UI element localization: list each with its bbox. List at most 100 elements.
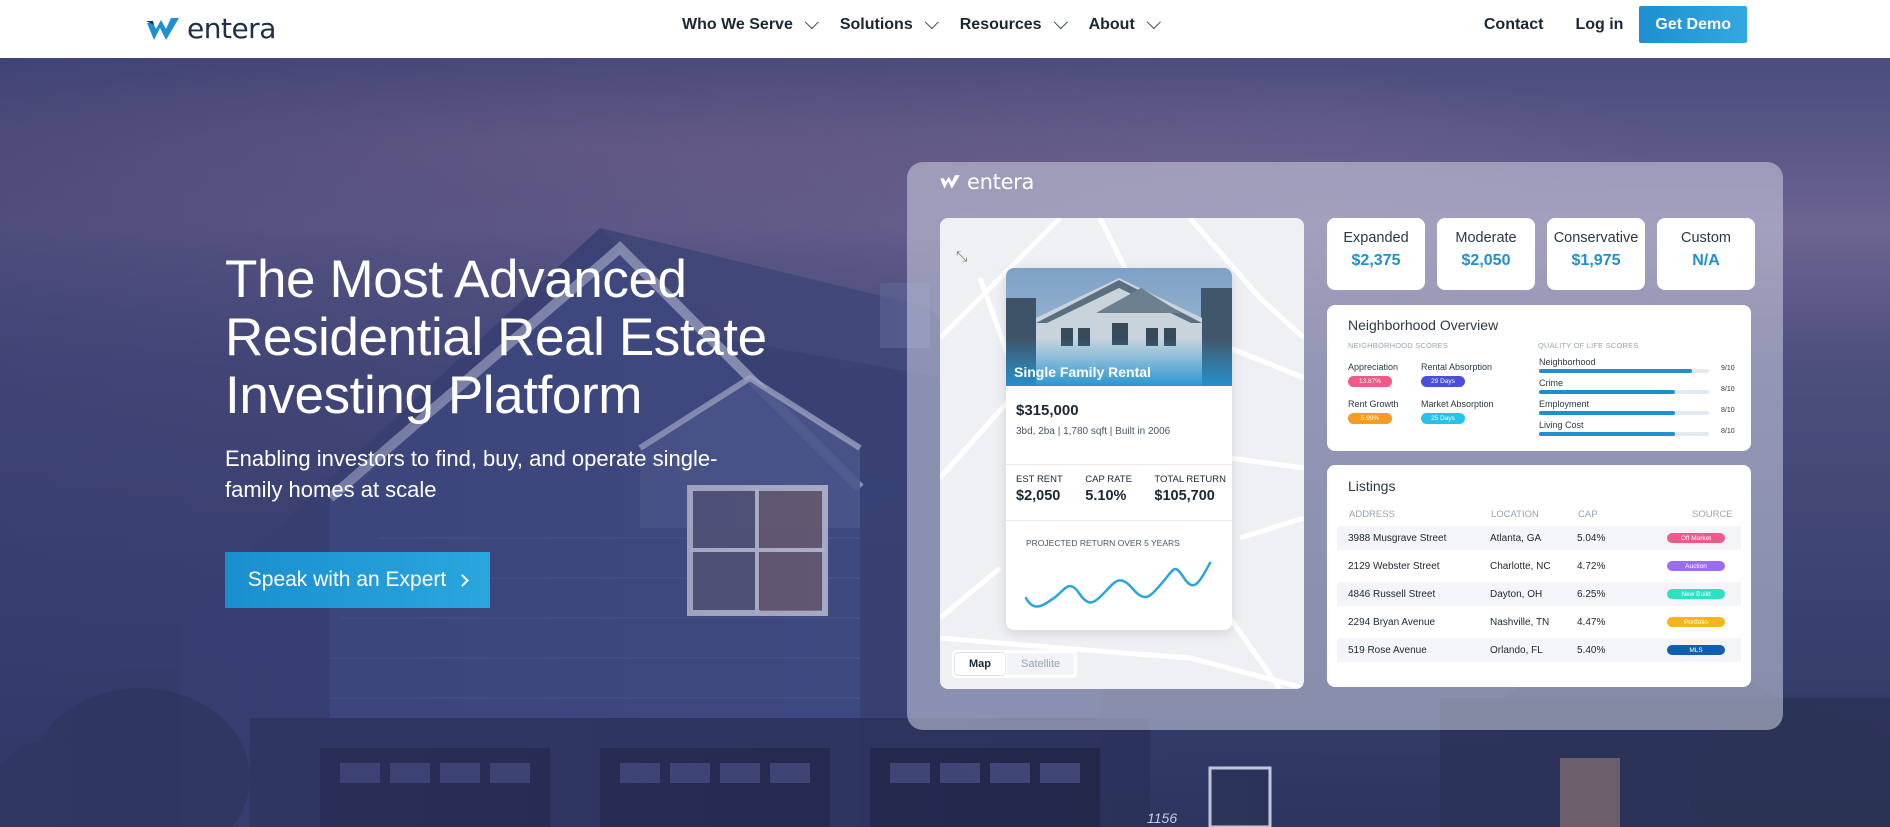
collapse-icon[interactable]: ⤡	[956, 248, 972, 264]
quality-bar-fill	[1539, 390, 1675, 394]
card-divider	[1006, 464, 1232, 465]
metric-label: EST RENT	[1016, 474, 1063, 485]
cta-label: Speak with an Expert	[247, 568, 447, 591]
dashboard-logo: entera	[939, 170, 1034, 194]
listing-address: 519 Rose Avenue	[1348, 645, 1427, 656]
quality-value: 8/10	[1721, 428, 1735, 435]
tier-value: N/A	[1692, 252, 1720, 269]
quality-bar-fill	[1539, 411, 1675, 415]
menu-resources[interactable]: Resources	[959, 14, 1068, 36]
metric-value: 5.10%	[1085, 488, 1127, 504]
quality-bar	[1539, 369, 1709, 373]
quality-row-neighborhood: Neighborhood 9/10	[1539, 357, 1739, 373]
tier-custom[interactable]: Custom N/A	[1657, 218, 1755, 290]
chevron-down-icon	[1146, 15, 1161, 30]
tier-expanded[interactable]: Expanded $2,375	[1327, 218, 1425, 290]
hero-section: The Most Advanced Residential Real Estat…	[0, 58, 1890, 827]
satellite-view-button[interactable]: Satellite	[1007, 653, 1075, 675]
listing-address: 3988 Musgrave Street	[1348, 533, 1447, 544]
map-panel[interactable]: ⤡ Single Family Rental $315,000 3bd, 2ba…	[940, 218, 1304, 689]
contact-link[interactable]: Contact	[1484, 16, 1544, 34]
metric-value: $105,700	[1154, 488, 1215, 504]
nav-actions: Contact Log in Get Demo	[1484, 6, 1747, 43]
listing-address: 4846 Russell Street	[1348, 589, 1436, 600]
rent-estimate-tiers: Expanded $2,375 Moderate $2,050 Conserva…	[1327, 218, 1755, 290]
column-header: ADDRESS	[1349, 509, 1395, 520]
listing-row[interactable]: 2294 Bryan Avenue Nashville, TN 4.47% Po…	[1337, 610, 1741, 634]
listing-row[interactable]: 3988 Musgrave Street Atlanta, GA 5.04% O…	[1337, 526, 1741, 550]
speak-with-expert-button[interactable]: Speak with an Expert	[225, 552, 490, 608]
listings-panel: Listings ADDRESS LOCATION CAP SOURCE 398…	[1327, 465, 1751, 687]
menu-label: Solutions	[839, 16, 913, 33]
panel-title: Neighborhood Overview	[1348, 317, 1499, 333]
listing-cap: 5.40%	[1577, 645, 1606, 656]
source-badge: New Build	[1667, 589, 1725, 599]
score-pill: 29 Days	[1421, 376, 1465, 387]
listing-address: 2129 Webster Street	[1348, 561, 1440, 572]
map-view-button[interactable]: Map	[955, 653, 1005, 675]
tier-value: $1,975	[1571, 252, 1621, 269]
listing-row[interactable]: 4846 Russell Street Dayton, OH 6.25% New…	[1337, 582, 1741, 606]
listing-location: Atlanta, GA	[1490, 533, 1542, 544]
projection-label: PROJECTED RETURN OVER 5 YEARS	[1026, 538, 1180, 548]
tier-label: Moderate	[1455, 230, 1517, 246]
column-header: CAP	[1578, 509, 1598, 520]
quality-row-living-cost: Living Cost 8/10	[1539, 420, 1739, 436]
column-header: LOCATION	[1491, 509, 1539, 520]
quality-scores-label: QUALITY OF LIFE SCORES	[1538, 341, 1639, 350]
source-badge: Off Market	[1667, 533, 1725, 543]
listing-row[interactable]: 2129 Webster Street Charlotte, NC 4.72% …	[1337, 554, 1741, 578]
get-demo-button[interactable]: Get Demo	[1639, 6, 1747, 43]
dashboard-logo-wordmark: entera	[967, 170, 1035, 194]
quality-label: Employment	[1539, 399, 1590, 409]
chevron-right-icon	[456, 573, 470, 587]
metric-value: $2,050	[1016, 488, 1061, 504]
tier-label: Conservative	[1553, 230, 1639, 246]
listing-cap: 4.72%	[1577, 561, 1606, 572]
login-link[interactable]: Log in	[1575, 16, 1623, 34]
quality-bar	[1539, 411, 1709, 415]
house-number-plate: 1156	[1147, 810, 1178, 826]
metric-est-rent: EST RENT $2,050	[1016, 474, 1063, 504]
listing-location: Dayton, OH	[1490, 589, 1543, 600]
property-price: $315,000	[1016, 402, 1079, 419]
menu-about[interactable]: About	[1088, 14, 1161, 36]
neighborhood-scores-label: NEIGHBORHOOD SCORES	[1348, 341, 1449, 350]
hero-headline: The Most Advanced Residential Real Estat…	[225, 250, 767, 425]
property-card[interactable]: Single Family Rental $315,000 3bd, 2ba |…	[1006, 268, 1232, 630]
menu-who-we-serve[interactable]: Who We Serve	[682, 14, 819, 36]
tier-conservative[interactable]: Conservative $1,975	[1547, 218, 1645, 290]
score-label: Rental Absorption	[1421, 362, 1493, 372]
quality-bar-fill	[1539, 369, 1692, 373]
score-pill: 25 Days	[1421, 413, 1465, 424]
card-divider	[1006, 520, 1232, 521]
source-badge: MLS	[1667, 645, 1725, 655]
property-type-label: Single Family Rental	[1014, 364, 1151, 380]
quality-bar-fill	[1539, 432, 1675, 436]
menu-label: About	[1088, 16, 1135, 33]
metric-label: TOTAL RETURN	[1154, 474, 1226, 485]
score-pill: 13.67%	[1348, 376, 1392, 387]
property-metrics: EST RENT $2,050 CAP RATE 5.10% TOTAL RET…	[1016, 474, 1226, 504]
entera-logo[interactable]: entera	[145, 12, 276, 45]
listing-location: Orlando, FL	[1490, 645, 1543, 656]
menu-label: Resources	[959, 16, 1042, 33]
tier-label: Custom	[1681, 230, 1731, 246]
top-nav: entera Who We Serve Solutions Resources …	[0, 0, 1890, 58]
quality-bar	[1539, 432, 1709, 436]
panel-title: Listings	[1348, 478, 1396, 494]
listing-location: Charlotte, NC	[1490, 561, 1551, 572]
score-pill: 5.99%	[1348, 413, 1392, 424]
chevron-down-icon	[924, 15, 939, 30]
listing-row[interactable]: 519 Rose Avenue Orlando, FL 5.40% MLS	[1337, 638, 1741, 662]
dashboard-mockup: entera ⤡ Single Family Rental $315,000 3…	[907, 162, 1783, 730]
score-label: Market Absorption	[1421, 399, 1494, 409]
column-header: SOURCE	[1692, 509, 1733, 520]
quality-label: Neighborhood	[1539, 357, 1596, 367]
menu-solutions[interactable]: Solutions	[839, 14, 939, 36]
listing-location: Nashville, TN	[1490, 617, 1550, 628]
tier-moderate[interactable]: Moderate $2,050	[1437, 218, 1535, 290]
listing-cap: 4.47%	[1577, 617, 1606, 628]
source-badge: Portfolio	[1667, 617, 1725, 627]
entera-logo-mark-icon	[146, 17, 179, 40]
